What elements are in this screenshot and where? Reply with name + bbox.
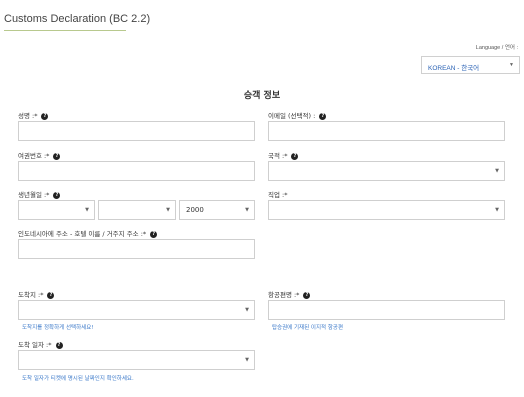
email-label-text: 이메일 (선택적) : (268, 112, 316, 120)
dob-year-value: 2000 (186, 206, 204, 214)
name-input[interactable] (18, 121, 255, 141)
question-circle-icon[interactable]: ? (150, 230, 158, 238)
occupation-label: 직업 :* (268, 189, 287, 199)
arrival-date-select[interactable]: ▼ (18, 350, 255, 370)
arrival-place-hint: 도착지를 정확하게 선택하세요! (22, 325, 94, 331)
address-label-text: 인도네시아에 주소 - 호텔 이름 / 거주지 주소 :* (18, 230, 147, 238)
title-underline (4, 30, 126, 31)
chevron-down-icon: ▼ (509, 62, 514, 68)
nationality-select[interactable]: ▼ (268, 161, 505, 181)
flight-label: 항공편명 :*? (268, 289, 311, 299)
question-circle-icon[interactable]: ? (291, 152, 299, 160)
question-circle-icon[interactable]: ? (53, 152, 61, 160)
chevron-down-icon: ▼ (85, 207, 89, 213)
question-circle-icon[interactable]: ? (41, 112, 49, 120)
arrival-place-select[interactable]: ▼ (18, 300, 255, 320)
dob-month-select[interactable]: ▼ (98, 200, 176, 220)
page-title: Customs Declaration (BC 2.2) (4, 13, 151, 25)
dob-label-text: 생년월일 :* (18, 191, 50, 199)
passport-label-text: 여권번호 :* (18, 152, 50, 160)
flight-hint: 탑승권에 기재된 이지적 항공편 (272, 325, 344, 331)
arrival-place-label: 도착지 :*? (18, 289, 55, 299)
arrival-place-label-text: 도착지 :* (18, 291, 44, 299)
arrival-date-label: 도착 일자 :*? (18, 339, 63, 349)
name-label-text: 성명 :* (18, 112, 38, 120)
question-circle-icon[interactable]: ? (319, 112, 327, 120)
question-circle-icon[interactable]: ? (47, 291, 55, 299)
occupation-label-text: 직업 :* (268, 191, 288, 199)
nationality-label-text: 국적 :* (268, 152, 288, 160)
passport-input[interactable] (18, 161, 255, 181)
chevron-down-icon: ▼ (245, 207, 249, 213)
chevron-down-icon: ▼ (245, 357, 249, 363)
email-input[interactable] (268, 121, 505, 141)
chevron-down-icon: ▼ (495, 168, 499, 174)
address-input[interactable] (18, 239, 255, 259)
chevron-down-icon: ▼ (166, 207, 170, 213)
occupation-select[interactable]: ▼ (268, 200, 505, 220)
chevron-down-icon: ▼ (495, 207, 499, 213)
chevron-down-icon: ▼ (245, 307, 249, 313)
section-title: 승객 정보 (243, 91, 281, 101)
question-circle-icon[interactable]: ? (55, 341, 63, 349)
dob-label: 생년월일 :*? (18, 189, 61, 199)
passport-label: 여권번호 :*? (18, 150, 61, 160)
nationality-label: 국적 :*? (268, 150, 299, 160)
dob-day-select[interactable]: ▼ (18, 200, 95, 220)
dob-year-select[interactable]: 2000 ▼ (179, 200, 255, 220)
language-select[interactable]: KOREAN - 한국어 ▼ (421, 56, 520, 74)
question-circle-icon[interactable]: ? (303, 291, 311, 299)
address-label: 인도네시아에 주소 - 호텔 이름 / 거주지 주소 :*? (18, 228, 158, 238)
language-label: Language / 언어 : (475, 45, 518, 51)
language-selected-value: KOREAN - 한국어 (428, 65, 480, 72)
flight-input[interactable] (268, 300, 505, 320)
arrival-date-label-text: 도착 일자 :* (18, 341, 52, 349)
flight-label-text: 항공편명 :* (268, 291, 300, 299)
name-label: 성명 :*? (18, 110, 49, 120)
arrival-date-hint: 도착 일자가 티켓에 명시된 날짜인지 확인하세요. (22, 376, 134, 382)
email-label: 이메일 (선택적) :? (268, 110, 327, 120)
question-circle-icon[interactable]: ? (53, 191, 61, 199)
